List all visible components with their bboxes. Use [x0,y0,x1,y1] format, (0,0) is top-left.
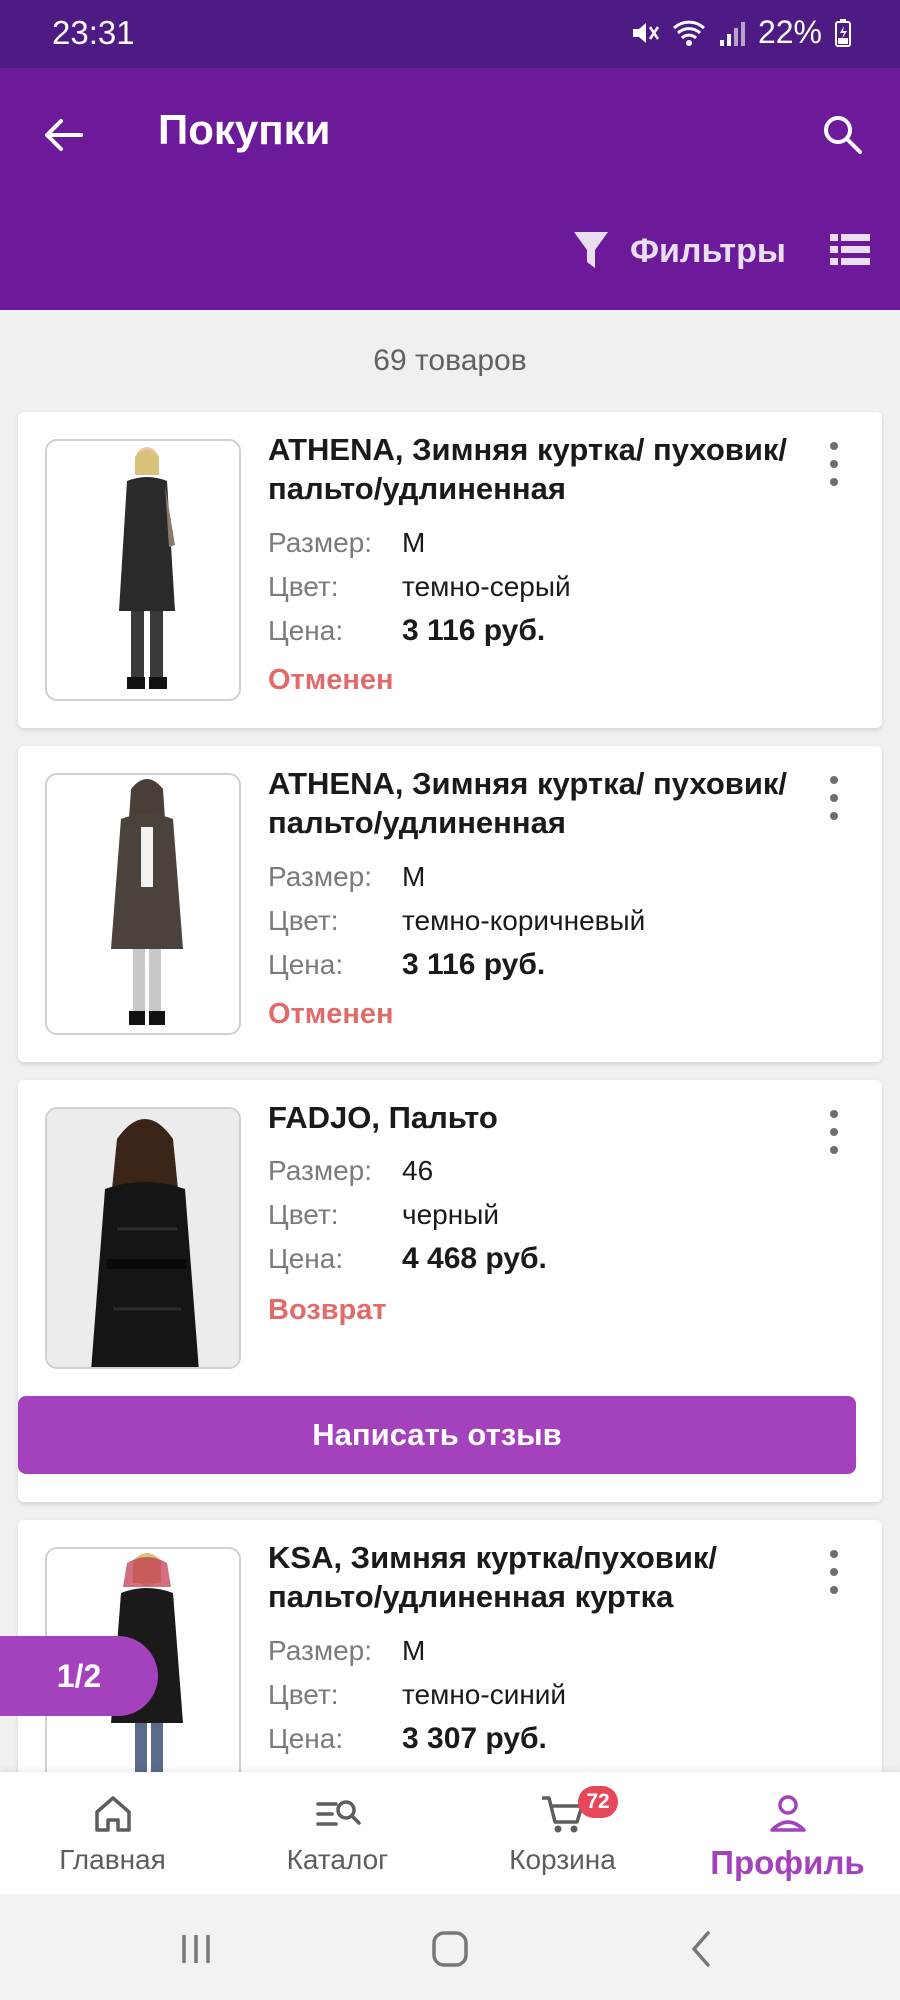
signal-icon [719,21,745,46]
write-review-button[interactable]: Написать отзыв [18,1396,856,1474]
purchase-card[interactable]: ATHENA, Зимняя куртка/ пуховик/пальто/уд… [18,412,882,728]
filter-icon [574,232,608,268]
price-row: Цена: 4 468 руб. [268,1242,547,1276]
page-indicator[interactable]: 1/2 [0,1636,158,1716]
product-title: ATHENA, Зимняя куртка/ пуховик/пальто/уд… [268,432,788,506]
price-value: 4 468 руб. [402,1242,547,1275]
recent-apps-icon [182,1935,210,1963]
purchase-card[interactable]: ATHENA, Зимняя куртка/ пуховик/пальто/уд… [18,746,882,1062]
filters-label: Фильтры [630,231,786,270]
back-chevron-icon [691,1931,710,1967]
color-value: темно-синий [402,1679,567,1710]
color-row: Цвет: темно-серый [268,570,571,604]
color-value: черный [402,1199,499,1230]
size-value: M [402,861,426,892]
nav-label-catalog: Каталог [286,1844,389,1875]
bottom-nav: Главная Каталог 72 Корзина Профиль [0,1772,900,1894]
price-label: Цена: [268,1243,344,1274]
color-label: Цвет: [268,571,339,602]
price-row: Цена: 3 116 руб. [268,948,545,982]
product-image[interactable] [45,773,241,1035]
search-icon [824,116,862,154]
color-value: темно-серый [402,571,571,602]
color-row: Цвет: черный [268,1198,499,1232]
profile-icon [769,1795,806,1832]
size-value: 46 [402,1155,434,1186]
nav-item-catalog[interactable]: Каталог [225,1772,450,1894]
status-icons: 22% [630,14,852,51]
back-system-button[interactable] [672,1924,732,1974]
more-options-button[interactable] [814,776,854,820]
product-title: FADJO, Пальто [268,1100,498,1135]
color-label: Цвет: [268,1679,339,1710]
order-status: Отменен [268,664,394,696]
home-icon [94,1796,131,1832]
size-row: Размер: M [268,526,425,560]
search-button[interactable] [812,104,872,164]
price-label: Цена: [268,1723,344,1754]
cart-badge: 72 [578,1786,618,1818]
more-options-button[interactable] [814,442,854,486]
nav-label-home: Главная [59,1844,166,1875]
size-value: M [402,1635,426,1666]
battery-charging-icon [835,18,851,47]
product-title: KSA, Зимняя куртка/пуховик/ пальто/удлин… [268,1540,718,1614]
back-button[interactable] [36,108,90,162]
size-label: Размер: [268,861,373,892]
price-row: Цена: 3 307 руб. [268,1722,547,1756]
size-row: Размер: M [268,1634,425,1668]
filters-button[interactable]: Фильтры [572,226,786,276]
more-vert-icon [830,1110,838,1118]
product-image[interactable] [45,1107,241,1369]
size-label: Размер: [268,527,373,558]
catalog-search-icon [315,1800,361,1826]
home-system-button[interactable] [420,1924,480,1974]
recent-apps-button[interactable] [166,1924,226,1974]
more-options-button[interactable] [814,1550,854,1594]
color-label: Цвет: [268,905,339,936]
nav-label-cart: Корзина [509,1844,616,1875]
product-image[interactable] [45,439,241,701]
nav-label-profile: Профиль [710,1844,865,1881]
size-row: Размер: M [268,860,425,894]
color-row: Цвет: темно-синий [268,1678,566,1712]
more-vert-icon [830,1550,838,1558]
more-options-button[interactable] [814,1110,854,1154]
price-label: Цена: [268,949,344,980]
arrow-back-icon [45,119,83,151]
price-value: 3 116 руб. [402,614,546,647]
app-bar: Покупки Фильтры [0,68,900,310]
price-value: 3 116 руб. [402,948,546,981]
items-count: 69 товаров [373,344,527,377]
list-view-button[interactable] [830,232,870,272]
size-row: Размер: 46 [268,1154,433,1188]
nav-item-profile[interactable]: Профиль [675,1772,900,1894]
purchase-card[interactable]: FADJO, Пальто Размер: 46 Цвет: черный Це… [18,1080,882,1502]
order-status: Отменен [268,998,394,1030]
color-label: Цвет: [268,1199,339,1230]
price-row: Цена: 3 116 руб. [268,614,545,648]
size-label: Размер: [268,1635,373,1666]
wifi-icon [672,20,705,46]
system-navigation-bar [0,1894,900,2000]
color-row: Цвет: темно-коричневый [268,904,645,938]
price-label: Цена: [268,615,344,646]
more-vert-icon [830,442,838,450]
status-bar: 23:31 22% [0,0,900,68]
size-value: M [402,527,426,558]
product-title: ATHENA, Зимняя куртка/ пуховик/пальто/уд… [268,766,788,840]
list-view-icon [830,234,870,265]
order-status: Возврат [268,1294,387,1326]
price-value: 3 307 руб. [402,1722,547,1755]
size-label: Размер: [268,1155,373,1186]
battery-percent: 22% [757,14,822,50]
color-value: темно-коричневый [402,905,646,936]
nav-item-home[interactable]: Главная [0,1772,225,1894]
page-title: Покупки [158,106,331,153]
nav-item-cart[interactable]: 72 Корзина [450,1772,675,1894]
more-vert-icon [830,776,838,784]
home-circle-icon [432,1931,468,1967]
status-time: 23:31 [52,14,135,51]
mute-icon [632,22,659,43]
